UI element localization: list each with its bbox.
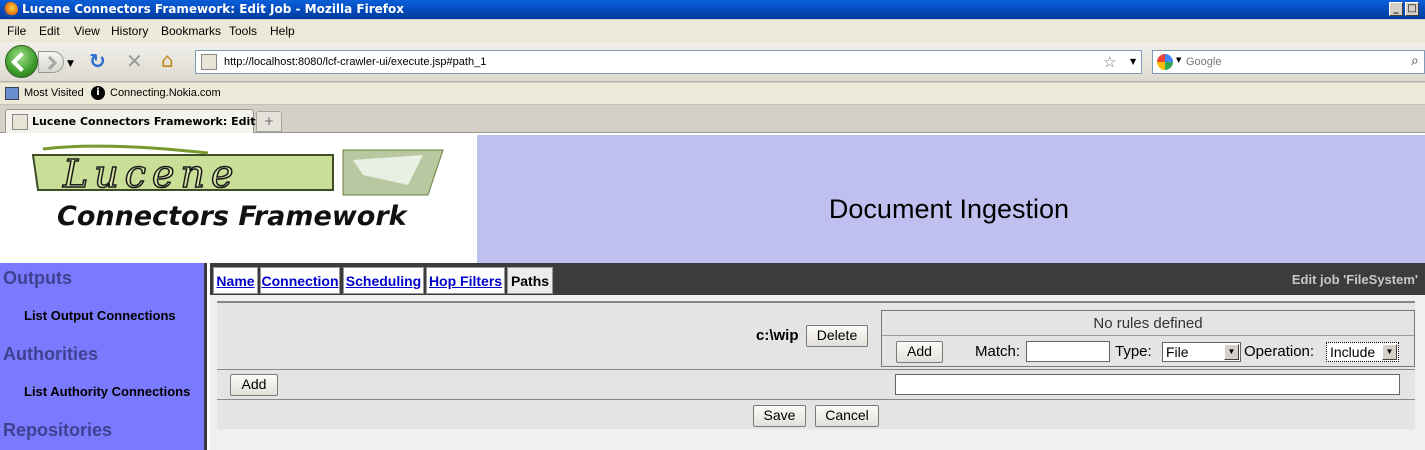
history-dropdown-icon[interactable]: ▼ [67, 54, 74, 74]
new-path-input[interactable] [895, 374, 1400, 395]
chevron-down-icon: ▼ [1382, 344, 1397, 360]
divider [217, 301, 1415, 303]
menu-file[interactable]: File [7, 24, 26, 38]
add-path-button[interactable]: Add [230, 374, 278, 396]
tab-paths[interactable]: Paths [507, 267, 553, 294]
type-select-value: File [1166, 344, 1189, 360]
search-input[interactable] [1186, 54, 1416, 70]
menu-help[interactable]: Help [270, 24, 295, 38]
menu-tools[interactable]: Tools [229, 24, 257, 38]
operation-select-value: Include [1330, 344, 1376, 360]
add-rule-button[interactable]: Add [896, 341, 943, 363]
url-text[interactable]: http://localhost:8080/lcf-crawler-ui/exe… [224, 56, 486, 68]
back-button[interactable] [5, 45, 38, 78]
most-visited-icon [5, 87, 19, 100]
cancel-button[interactable]: Cancel [815, 405, 879, 427]
save-button[interactable]: Save [753, 405, 806, 427]
logo-word: Lucene [62, 152, 239, 196]
edit-job-label: Edit job 'FileSystem' [1291, 272, 1418, 287]
operation-select[interactable]: Include ▼ [1326, 342, 1399, 362]
menu-view[interactable]: View [74, 24, 100, 38]
match-input[interactable] [1026, 341, 1110, 362]
menu-bar: File Edit View History Bookmarks Tools H… [0, 20, 1425, 42]
type-label: Type: [1115, 343, 1152, 360]
tab-name[interactable]: Name [213, 267, 258, 294]
sidebar-heading-repositories: Repositories [3, 420, 113, 440]
window-title: Lucene Connectors Framework: Edit Job - … [22, 2, 405, 16]
menu-history[interactable]: History [111, 24, 148, 38]
browser-tab-strip: Lucene Connectors Framework: Edit ... + [0, 106, 1425, 133]
tab-scheduling[interactable]: Scheduling [343, 267, 424, 294]
paths-panel: c:\wip Delete No rules defined Add Match… [217, 301, 1415, 429]
reload-icon[interactable]: ↻ [89, 51, 106, 71]
search-engine-icon[interactable]: ▼ [1155, 53, 1183, 71]
browser-tab-label: Lucene Connectors Framework: Edit ... [32, 115, 272, 128]
tab-connection[interactable]: Connection [260, 267, 340, 294]
sidebar-heading-authorities: Authorities [3, 344, 99, 364]
bookmark-connecting-nokia[interactable]: Connecting.Nokia.com [110, 87, 221, 99]
tab-hop-filters[interactable]: Hop Filters [426, 267, 505, 294]
forward-button[interactable] [38, 51, 64, 73]
sidebar-link-list-authority-connections[interactable]: List Authority Connections [24, 384, 190, 399]
divider [217, 369, 1415, 370]
bookmark-most-visited[interactable]: Most Visited [24, 87, 84, 99]
rules-box: No rules defined Add Match: Type: File ▼… [881, 310, 1415, 367]
lucene-logo: Lucene Connectors Framework [3, 135, 477, 263]
home-icon[interactable]: ⌂ [161, 50, 174, 70]
page-viewport: Lucene Connectors Framework Document Ing… [0, 133, 1425, 450]
job-tab-bar: Name Connection Scheduling Hop Filters P… [210, 263, 1425, 295]
chevron-down-icon: ▼ [1224, 344, 1239, 360]
info-icon: i [91, 86, 105, 100]
firefox-icon [3, 2, 18, 17]
minimize-button[interactable]: _ [1389, 2, 1403, 16]
window-title-bar: Lucene Connectors Framework: Edit Job - … [0, 0, 1425, 19]
match-label: Match: [975, 343, 1021, 360]
url-dropdown-icon[interactable]: ▼ [1130, 57, 1136, 66]
logo-graphic: Lucene Connectors Framework [31, 144, 444, 232]
operation-label: Operation: [1244, 343, 1315, 360]
url-bar[interactable]: http://localhost:8080/lcf-crawler-ui/exe… [195, 50, 1142, 74]
sidebar-nav: Outputs List Output Connections Authorit… [0, 263, 207, 450]
bookmark-star-icon[interactable]: ☆ [1103, 53, 1116, 71]
type-select[interactable]: File ▼ [1162, 342, 1241, 362]
no-rules-text: No rules defined [1093, 315, 1203, 332]
search-magnifier-icon[interactable]: ⌕ [1411, 53, 1419, 69]
new-tab-button[interactable]: + [256, 111, 282, 132]
stop-icon[interactable]: ✕ [126, 51, 143, 71]
menu-bookmarks[interactable]: Bookmarks [161, 24, 221, 38]
page-favicon-icon [201, 54, 217, 70]
menu-edit[interactable]: Edit [39, 24, 60, 38]
divider [217, 399, 1415, 400]
main-content: Name Connection Scheduling Hop Filters P… [210, 263, 1425, 450]
sidebar-link-list-output-connections[interactable]: List Output Connections [24, 308, 176, 323]
path-value: c:\wip [756, 327, 799, 344]
delete-path-button[interactable]: Delete [806, 325, 868, 347]
bookmarks-toolbar: Most Visited i Connecting.Nokia.com [0, 83, 1425, 105]
tab-favicon-icon [12, 114, 28, 130]
sidebar-heading-outputs: Outputs [3, 268, 72, 288]
rules-divider [882, 335, 1414, 336]
browser-tab-active[interactable]: Lucene Connectors Framework: Edit ... [5, 109, 272, 133]
maximize-button[interactable]: □ [1405, 2, 1419, 16]
search-bar[interactable]: ▼ ⌕ [1152, 50, 1425, 74]
page-banner: Document Ingestion [477, 135, 1425, 263]
navigation-toolbar: ▼ ↻ ✕ ⌂ http://localhost:8080/lcf-crawle… [0, 42, 1425, 82]
logo-subtitle: Connectors Framework [57, 201, 409, 232]
page-title: Document Ingestion [828, 194, 1070, 224]
